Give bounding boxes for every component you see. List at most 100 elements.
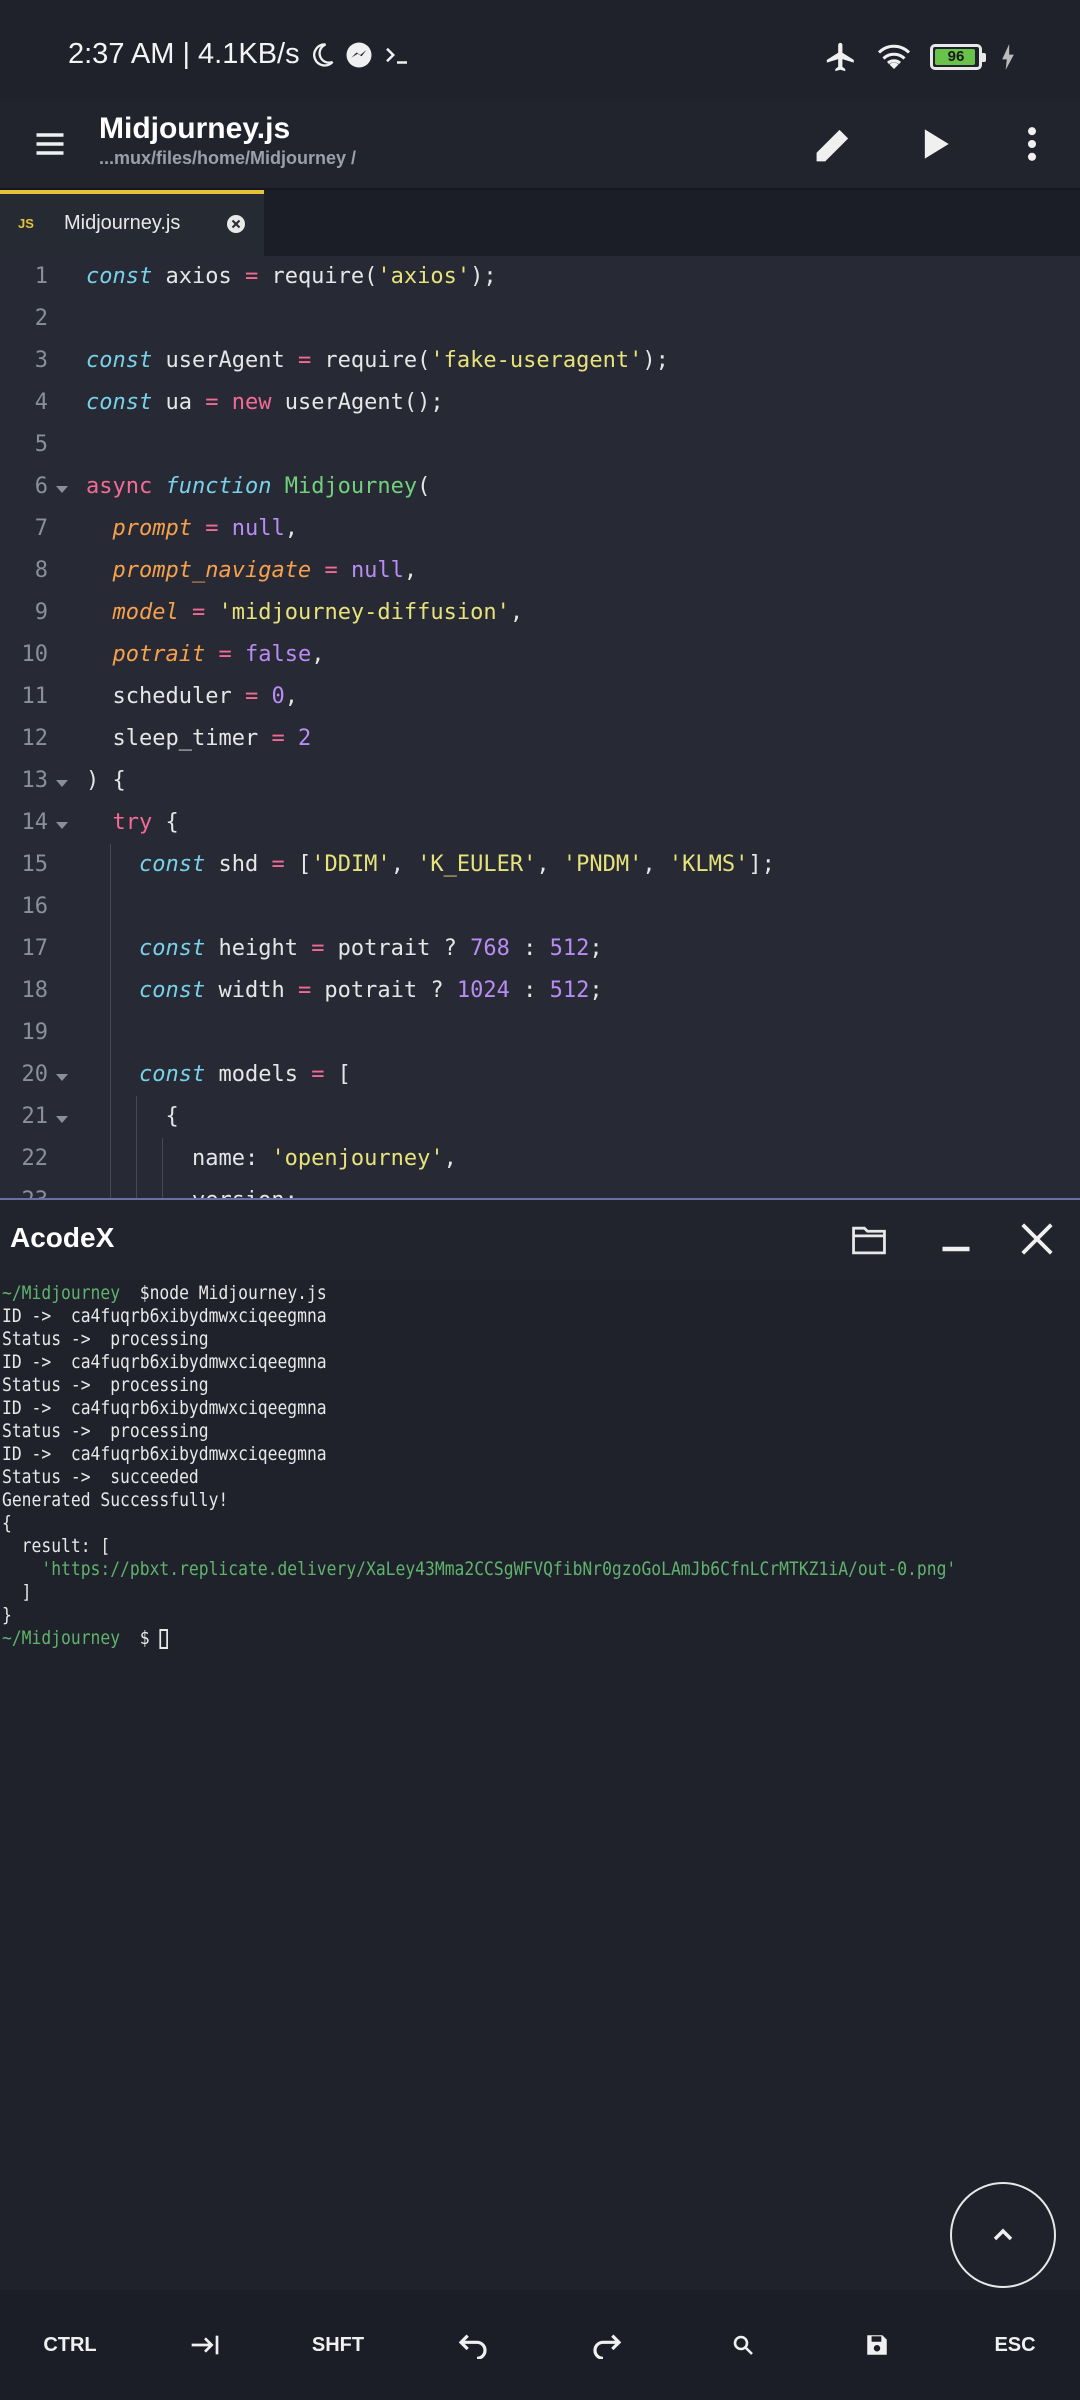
- prompt-dir: ~/Midjourney: [2, 1627, 121, 1649]
- code-text: const models = [: [138, 1062, 351, 1087]
- code-line: 10 potrait = false,: [0, 634, 1080, 676]
- chevron-up-icon: [993, 2228, 1013, 2241]
- undo-icon: [458, 2334, 487, 2359]
- tab-icon: [191, 2335, 219, 2355]
- code-text: version:: [86, 1188, 298, 1198]
- code-text: name: 'openjourney',: [86, 1146, 457, 1171]
- code-line: 23 version:: [0, 1180, 1080, 1198]
- terminal-line: Status -> processing: [2, 1420, 209, 1442]
- code-line: 14 try {: [0, 802, 1080, 844]
- minimize-icon[interactable]: [938, 1222, 974, 1258]
- code-line: 16: [0, 886, 1080, 928]
- line-number: 19: [21, 1020, 49, 1045]
- code-line: 13 ) {: [0, 760, 1080, 802]
- folder-icon[interactable]: [850, 1222, 888, 1256]
- status-bar: 2:37 AM | 4.1KB/s 96: [0, 0, 1080, 100]
- esc-key[interactable]: ESC: [982, 2320, 1048, 2370]
- scroll-up-button[interactable]: [950, 2182, 1056, 2288]
- airplane-icon: [826, 42, 854, 72]
- code-text: const width = potrait ? 1024 : 512;: [138, 978, 603, 1003]
- code-line: 15 const shd = ['DDIM', 'K_EULER', 'PNDM…: [0, 844, 1080, 886]
- code-line: 11 scheduler = 0,: [0, 676, 1080, 718]
- code-line: 2: [0, 298, 1080, 340]
- prompt-symbol: $: [139, 1627, 150, 1649]
- code-line: 12 sleep_timer = 2: [0, 718, 1080, 760]
- line-number: 13: [21, 768, 49, 793]
- terminal-cursor: [159, 1628, 169, 1649]
- terminal-output[interactable]: ~/Midjourney $ node Midjourney.js ID -> c…: [0, 1280, 1080, 2290]
- play-icon[interactable]: [912, 122, 956, 166]
- line-number: 21: [21, 1104, 49, 1129]
- code-line: 1 const axios = require('axios');: [0, 256, 1080, 298]
- terminal-title: AcodeX: [10, 1222, 115, 1253]
- code-line: 21 {: [0, 1096, 1080, 1138]
- battery-percent: 96: [947, 48, 965, 65]
- fold-arrow-icon[interactable]: [56, 1116, 68, 1123]
- pencil-icon[interactable]: [812, 122, 856, 166]
- moon-icon: [312, 42, 333, 67]
- terminal-line: ID -> ca4fuqrb6xibydmwxciqeegmna: [2, 1305, 327, 1327]
- code-line: 5: [0, 424, 1080, 466]
- tab-key[interactable]: [180, 2320, 230, 2370]
- line-number: 14: [21, 810, 49, 835]
- shift-key[interactable]: SHFT: [298, 2320, 378, 2370]
- ctrl-key[interactable]: CTRL: [30, 2320, 110, 2370]
- redo-icon: [593, 2334, 622, 2359]
- tab-midjourney-js[interactable]: JS Midjourney.js: [0, 190, 264, 256]
- line-number: 7: [34, 516, 48, 541]
- undo-key[interactable]: [448, 2320, 498, 2370]
- charging-icon: [1002, 44, 1014, 70]
- command-text: node Midjourney.js: [149, 1282, 327, 1304]
- wifi-icon: [877, 44, 911, 69]
- line-number: 16: [21, 894, 49, 919]
- code-text: prompt_navigate = null,: [112, 558, 418, 583]
- code-line: 22 name: 'openjourney',: [0, 1138, 1080, 1180]
- code-text: async function Midjourney(: [86, 474, 431, 499]
- fold-arrow-icon[interactable]: [56, 1074, 68, 1081]
- search-key[interactable]: [718, 2320, 768, 2370]
- save-icon: [867, 2335, 887, 2355]
- code-line: 17 const height = potrait ? 768 : 512;: [0, 928, 1080, 970]
- redo-key[interactable]: [582, 2320, 632, 2370]
- close-tab-icon[interactable]: [226, 214, 246, 234]
- code-text: const axios = require('axios');: [86, 264, 497, 289]
- line-number: 1: [34, 264, 48, 289]
- code-text: const ua = new userAgent();: [86, 390, 444, 415]
- terminal-url-line[interactable]: 'https://pbxt.replicate.delivery/XaLey43…: [2, 1558, 956, 1580]
- status-right: 96: [824, 40, 1016, 74]
- line-number: 22: [21, 1146, 49, 1171]
- status-left: 2:37 AM | 4.1KB/s: [68, 38, 412, 71]
- fold-arrow-icon[interactable]: [56, 780, 68, 787]
- terminal-line: ID -> ca4fuqrb6xibydmwxciqeegmna: [2, 1443, 327, 1465]
- terminal-line: ID -> ca4fuqrb6xibydmwxciqeegmna: [2, 1351, 327, 1373]
- code-editor[interactable]: 1 const axios = require('axios'); 2 3 cons…: [0, 256, 1080, 1198]
- line-number: 10: [21, 642, 49, 667]
- line-number: 6: [34, 474, 48, 499]
- fold-arrow-icon[interactable]: [56, 486, 68, 493]
- terminal-line: ID -> ca4fuqrb6xibydmwxciqeegmna: [2, 1397, 327, 1419]
- fold-arrow-icon[interactable]: [56, 822, 68, 829]
- status-time-speed: 2:37 AM | 4.1KB/s: [68, 38, 300, 70]
- more-vertical-icon[interactable]: [1010, 122, 1054, 166]
- save-key[interactable]: [852, 2320, 902, 2370]
- tab-bar: JS Midjourney.js: [0, 190, 1080, 256]
- code-text: scheduler = 0,: [86, 684, 298, 709]
- code-text: prompt = null,: [112, 516, 298, 541]
- code-text: const height = potrait ? 768 : 512;: [138, 936, 603, 961]
- menu-icon[interactable]: [32, 126, 68, 162]
- line-number: 8: [34, 558, 48, 583]
- code-line: 7 prompt = null,: [0, 508, 1080, 550]
- code-text: ) {: [86, 768, 126, 793]
- code-line: 6 async function Midjourney(: [0, 466, 1080, 508]
- tab-label: Midjourney.js: [64, 212, 181, 234]
- line-number: 9: [34, 600, 48, 625]
- code-line: 20 const models = [: [0, 1054, 1080, 1096]
- extra-keys-bar: CTRL SHFT ESC: [0, 2290, 1080, 2400]
- line-number: 12: [21, 726, 49, 751]
- terminal-line: }: [2, 1604, 12, 1626]
- code-line: 8 prompt_navigate = null,: [0, 550, 1080, 592]
- terminal-line: Generated Successfully!: [2, 1489, 229, 1511]
- close-icon[interactable]: [1018, 1220, 1056, 1258]
- terminal-line: Status -> processing: [2, 1328, 209, 1350]
- terminal-icon: [385, 47, 407, 64]
